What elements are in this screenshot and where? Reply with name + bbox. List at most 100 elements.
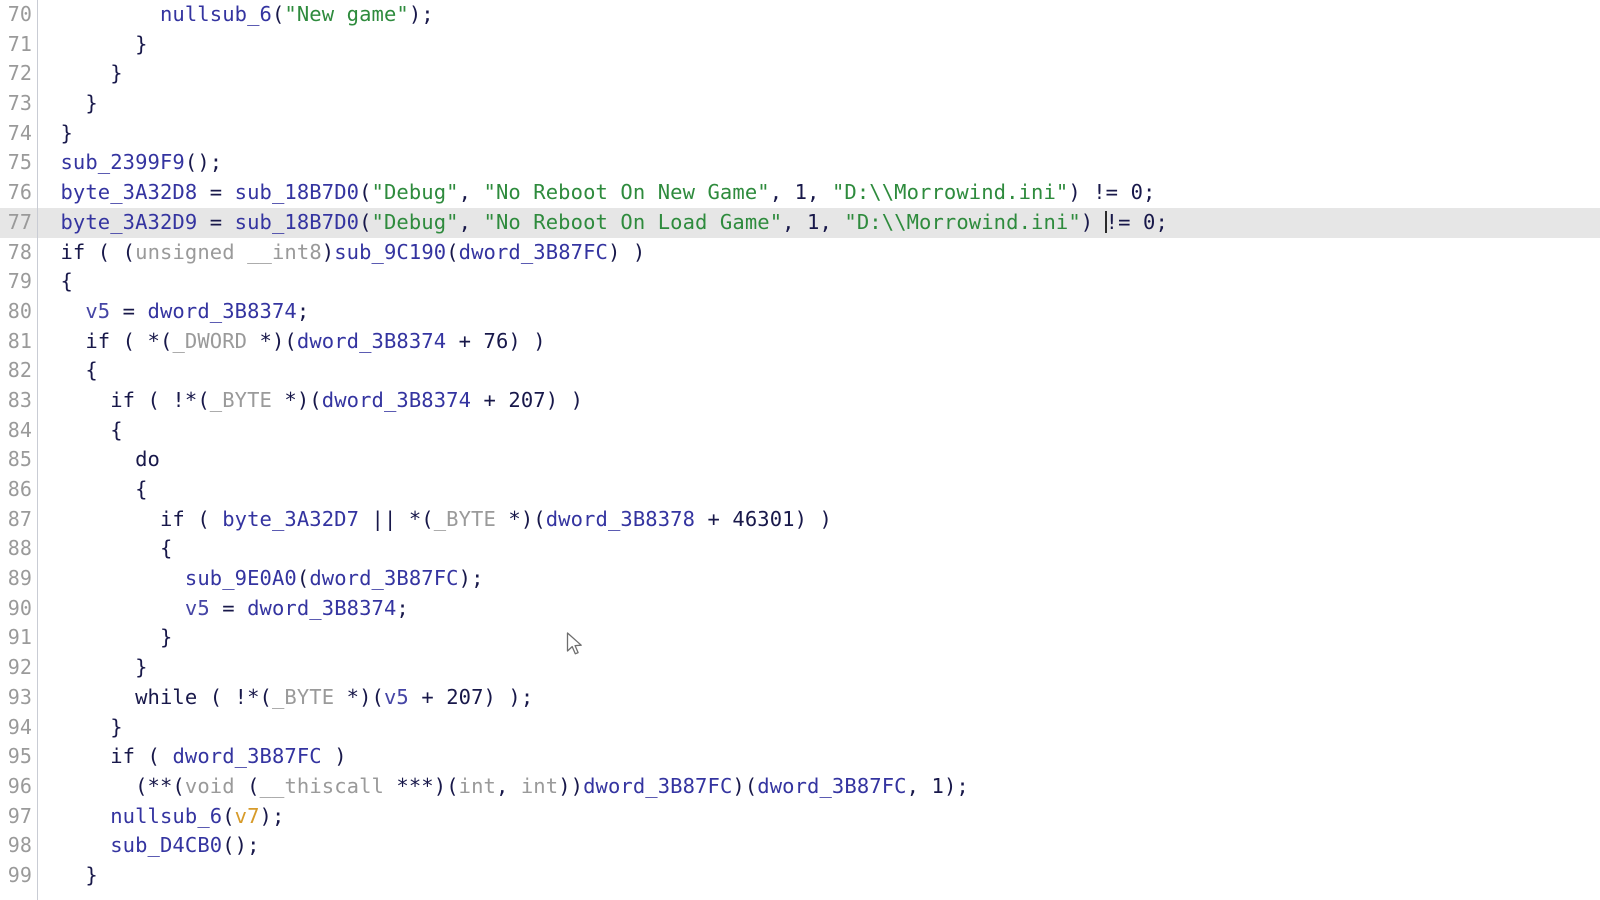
code-line[interactable]: 95 if ( dword_3B87FC ): [0, 742, 1600, 772]
token-punct: ,: [769, 180, 795, 205]
token-type: __thiscall: [259, 773, 384, 798]
code-text[interactable]: }: [48, 59, 123, 89]
code-text[interactable]: }: [48, 713, 123, 743]
token-fn[interactable]: nullsub_6: [110, 804, 222, 828]
code-line[interactable]: 93 while ( !*(_BYTE *)(v5 + 207) );: [0, 683, 1600, 713]
token-kw: if: [110, 744, 136, 769]
code-line[interactable]: 87 if ( byte_3A32D7 || *(_BYTE *)(dword_…: [0, 505, 1600, 535]
code-text[interactable]: v5 = dword_3B8374;: [48, 297, 309, 327]
code-line[interactable]: 78 if ( (unsigned __int8)sub_9C190(dword…: [0, 238, 1600, 268]
code-line[interactable]: 92 }: [0, 653, 1600, 683]
token-punct: }: [110, 61, 123, 86]
code-line[interactable]: 82 {: [0, 356, 1600, 386]
code-text[interactable]: byte_3A32D9 = sub_18B7D0("Debug", "No Re…: [48, 208, 1168, 238]
token-punct: ;: [1155, 209, 1168, 234]
token-glob[interactable]: dword_3B87FC: [172, 744, 321, 768]
code-line[interactable]: 75 sub_2399F9();: [0, 148, 1600, 178]
token-type: int: [520, 773, 559, 798]
code-text[interactable]: sub_9E0A0(dword_3B87FC);: [48, 564, 484, 594]
code-text[interactable]: while ( !*(_BYTE *)(v5 + 207) );: [48, 683, 533, 713]
token-glob[interactable]: dword_3B8374: [322, 388, 471, 412]
token-fn[interactable]: sub_9C190: [334, 240, 446, 264]
line-number: 75: [7, 150, 32, 175]
code-line[interactable]: 70 nullsub_6("New game");: [0, 0, 1600, 30]
token-punct: +: [695, 506, 733, 531]
code-line[interactable]: 96 (**(void (__thiscall ***)(int, int))d…: [0, 772, 1600, 802]
token-glob[interactable]: dword_3B87FC: [757, 774, 906, 798]
code-line[interactable]: 90 v5 = dword_3B8374;: [0, 594, 1600, 624]
code-line-list[interactable]: 70 nullsub_6("New game"); 71 } 72 } 73 } 74 …: [0, 0, 1600, 891]
code-text[interactable]: {: [48, 475, 148, 505]
token-loc[interactable]: v5: [85, 299, 110, 323]
code-text[interactable]: if ( *(_DWORD *)(dword_3B8374 + 76) ): [48, 327, 546, 357]
pseudocode-view[interactable]: 70 nullsub_6("New game"); 71 } 72 } 73 } 74 …: [0, 0, 1600, 900]
token-fn[interactable]: sub_D4CB0: [110, 833, 222, 857]
code-line[interactable]: 77 byte_3A32D9 = sub_18B7D0("Debug", "No…: [0, 207, 1600, 238]
code-line[interactable]: 88 {: [0, 534, 1600, 564]
token-glob[interactable]: byte_3A32D9: [60, 210, 197, 234]
token-loc[interactable]: v5: [185, 596, 210, 620]
token-glob[interactable]: dword_3B87FC: [459, 240, 608, 264]
code-text[interactable]: nullsub_6("New game");: [48, 0, 434, 30]
code-line[interactable]: 85 do: [0, 445, 1600, 475]
code-text[interactable]: if ( byte_3A32D7 || *(_BYTE *)(dword_3B8…: [48, 505, 832, 535]
code-text[interactable]: if ( dword_3B87FC ): [48, 742, 347, 772]
token-num: 1: [794, 180, 808, 205]
code-line[interactable]: 89 sub_9E0A0(dword_3B87FC);: [0, 564, 1600, 594]
code-text[interactable]: do: [48, 445, 160, 475]
token-fn[interactable]: sub_2399F9: [60, 150, 184, 174]
code-text[interactable]: sub_D4CB0();: [48, 831, 260, 861]
token-glob[interactable]: dword_3B87FC: [309, 566, 458, 590]
token-loc[interactable]: v5: [384, 685, 409, 709]
code-text[interactable]: {: [48, 534, 172, 564]
code-text[interactable]: }: [48, 89, 98, 119]
line-number: 86: [7, 477, 32, 501]
code-line[interactable]: 83 if ( !*(_BYTE *)(dword_3B8374 + 207) …: [0, 386, 1600, 416]
code-text[interactable]: nullsub_6(v7);: [48, 802, 284, 832]
token-glob[interactable]: dword_3B87FC: [583, 774, 732, 798]
code-text[interactable]: }: [48, 653, 148, 683]
code-line[interactable]: 94 }: [0, 713, 1600, 743]
token-fn[interactable]: sub_18B7D0: [235, 210, 359, 234]
code-text[interactable]: if ( !*(_BYTE *)(dword_3B8374 + 207) ): [48, 386, 583, 416]
code-line[interactable]: 74 }: [0, 119, 1600, 149]
token-glob[interactable]: byte_3A32D7: [222, 507, 359, 531]
token-fn[interactable]: sub_9E0A0: [185, 566, 297, 590]
code-text[interactable]: {: [48, 416, 123, 446]
code-line[interactable]: 97 nullsub_6(v7);: [0, 802, 1600, 832]
code-text[interactable]: v5 = dword_3B8374;: [48, 594, 409, 624]
code-line[interactable]: 79 {: [0, 267, 1600, 297]
code-text[interactable]: (**(void (__thiscall ***)(int, int))dwor…: [48, 772, 969, 802]
code-text[interactable]: if ( (unsigned __int8)sub_9C190(dword_3B…: [48, 238, 645, 268]
code-line[interactable]: 71 }: [0, 30, 1600, 60]
token-punct: );: [408, 2, 434, 26]
token-str: "No Reboot On New Game": [483, 180, 770, 205]
code-line[interactable]: 91 }: [0, 623, 1600, 653]
token-glob[interactable]: dword_3B8374: [247, 596, 396, 620]
token-fn[interactable]: sub_18B7D0: [235, 180, 359, 204]
code-line[interactable]: 80 v5 = dword_3B8374;: [0, 297, 1600, 327]
code-text[interactable]: }: [48, 119, 73, 149]
token-hl[interactable]: v7: [235, 804, 260, 828]
code-text[interactable]: sub_2399F9();: [48, 148, 222, 178]
token-fn[interactable]: nullsub_6: [160, 2, 272, 26]
token-punct: (: [135, 744, 173, 769]
code-line[interactable]: 98 sub_D4CB0();: [0, 831, 1600, 861]
code-text[interactable]: }: [48, 861, 98, 891]
token-glob[interactable]: dword_3B8374: [297, 329, 446, 353]
code-line[interactable]: 76 byte_3A32D8 = sub_18B7D0("Debug", "No…: [0, 178, 1600, 208]
code-line[interactable]: 72 }: [0, 59, 1600, 89]
code-line[interactable]: 99 }: [0, 861, 1600, 891]
token-glob[interactable]: dword_3B8378: [546, 507, 695, 531]
code-line[interactable]: 86 {: [0, 475, 1600, 505]
code-text[interactable]: }: [48, 623, 172, 653]
token-glob[interactable]: dword_3B8374: [148, 299, 297, 323]
code-line[interactable]: 73 }: [0, 89, 1600, 119]
code-line[interactable]: 84 {: [0, 416, 1600, 446]
code-text[interactable]: byte_3A32D8 = sub_18B7D0("Debug", "No Re…: [48, 178, 1155, 208]
code-text[interactable]: {: [48, 356, 98, 386]
code-text[interactable]: {: [48, 267, 73, 297]
code-text[interactable]: }: [48, 30, 148, 60]
code-line[interactable]: 81 if ( *(_DWORD *)(dword_3B8374 + 76) ): [0, 327, 1600, 357]
token-glob[interactable]: byte_3A32D8: [60, 180, 197, 204]
